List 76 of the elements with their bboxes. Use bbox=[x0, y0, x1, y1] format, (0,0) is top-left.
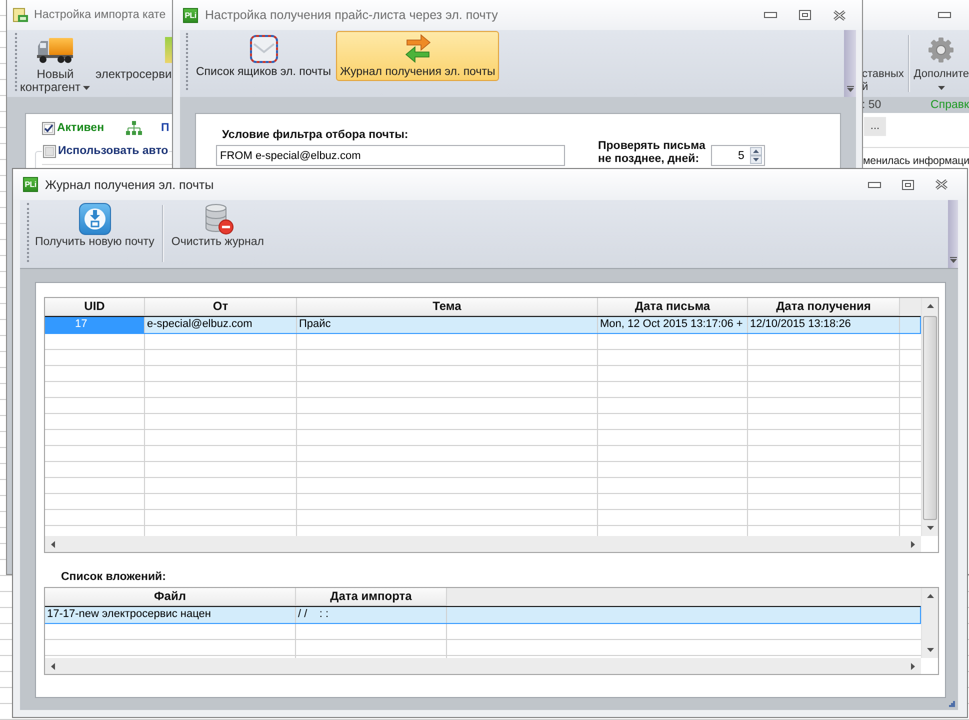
scroll-right-icon[interactable] bbox=[911, 540, 915, 548]
download-icon bbox=[78, 203, 111, 235]
spreadsheet-icon bbox=[12, 7, 28, 23]
vertical-scrollbar[interactable] bbox=[921, 588, 938, 658]
scrollbar-thumb[interactable] bbox=[923, 316, 937, 520]
scroll-down-icon[interactable] bbox=[926, 648, 934, 652]
field-label: Проверять письма не позднее, дней: bbox=[598, 140, 706, 166]
horizontal-scrollbar[interactable] bbox=[45, 658, 921, 674]
toolbar-overflow-button[interactable] bbox=[844, 30, 856, 97]
column-header[interactable]: От bbox=[145, 298, 297, 316]
scroll-left-icon[interactable] bbox=[51, 540, 55, 548]
table-cell: Mon, 12 Oct 2015 13:17:06 + bbox=[598, 317, 748, 333]
table-cell: 12/10/2015 13:18:26 bbox=[748, 317, 900, 333]
checkbox-label: Использовать авто bbox=[58, 144, 168, 158]
message-text: менилась информаци bbox=[863, 155, 969, 167]
close-icon[interactable] bbox=[833, 10, 846, 20]
column-header[interactable]: UID bbox=[45, 298, 145, 316]
checkbox-label: Активен bbox=[57, 121, 104, 135]
table-cell: / / : : bbox=[296, 607, 447, 623]
partial-icon bbox=[164, 37, 172, 63]
gear-icon bbox=[928, 37, 954, 63]
minimize-icon[interactable] bbox=[764, 12, 777, 18]
table-cell: e-special@elbuz.com bbox=[145, 317, 297, 333]
app-icon: PLi bbox=[23, 177, 38, 192]
number-field[interactable]: 5 bbox=[711, 145, 766, 166]
spin-arrows-icon[interactable] bbox=[750, 147, 762, 164]
checkbox[interactable] bbox=[43, 144, 56, 158]
window-title: Настройка получения прайс-листа через эл. почту bbox=[205, 7, 498, 23]
toolbar-button[interactable]: Дополните bbox=[914, 30, 969, 94]
column-header[interactable]: Дата письма bbox=[598, 298, 748, 316]
minimize-icon[interactable] bbox=[868, 182, 881, 188]
status-text: : 50 bbox=[862, 99, 882, 111]
horizontal-scrollbar[interactable] bbox=[45, 536, 921, 552]
hierarchy-icon bbox=[126, 121, 142, 135]
field-label: Условие фильтра отбора почты: bbox=[221, 129, 410, 142]
truck-icon bbox=[37, 36, 74, 64]
app-icon: PLi bbox=[183, 8, 198, 22]
window-title: Настройка импорта кате bbox=[34, 7, 166, 23]
caret-icon bbox=[846, 86, 854, 92]
maximize-icon[interactable] bbox=[902, 180, 914, 190]
table-row[interactable]: 17 e-special@elbuz.com Прайс Mon, 12 Oct 2015 13:17:06 + 12/10/2015 13:18:26 bbox=[45, 316, 921, 334]
section-label: Список вложений: bbox=[61, 571, 166, 584]
scroll-down-icon[interactable] bbox=[926, 526, 934, 530]
column-header[interactable]: Файл bbox=[45, 588, 296, 606]
maximize-icon[interactable] bbox=[799, 10, 811, 20]
toolbar-button[interactable]: Журнал получения эл. почты bbox=[336, 31, 500, 81]
column-header[interactable]: Дата получения bbox=[748, 298, 900, 316]
caret-icon bbox=[950, 257, 956, 263]
column-header[interactable]: Дата импорта bbox=[296, 588, 447, 606]
link[interactable]: П bbox=[161, 122, 170, 134]
toolbar-button[interactable]: Список ящиков эл. почты bbox=[192, 31, 336, 81]
toolbar-overflow-button[interactable] bbox=[948, 200, 958, 268]
close-icon[interactable] bbox=[935, 179, 948, 190]
toolbar-button[interactable]: Очистить журнал bbox=[171, 200, 264, 249]
scroll-right-icon[interactable] bbox=[911, 662, 915, 670]
scroll-left-icon[interactable] bbox=[51, 662, 55, 670]
browse-button[interactable]: ... bbox=[864, 117, 886, 136]
toolbar-button[interactable]: электросерви bbox=[95, 30, 172, 81]
arrows-icon bbox=[402, 34, 433, 63]
scroll-up-icon[interactable] bbox=[926, 594, 934, 598]
table-cell: 17-17-new электросервис нацен bbox=[45, 607, 296, 623]
envelope-icon bbox=[250, 34, 278, 62]
minimize-icon[interactable] bbox=[938, 12, 951, 18]
toolbar-button[interactable]: ставных й bbox=[862, 30, 904, 94]
scroll-up-icon[interactable] bbox=[926, 304, 934, 308]
table-row[interactable]: 17-17-new электросервис нацен / / : : bbox=[45, 606, 921, 624]
table-cell: 17 bbox=[45, 317, 145, 333]
column-header[interactable]: Тема bbox=[297, 298, 598, 316]
vertical-scrollbar[interactable] bbox=[921, 298, 938, 536]
filter-input[interactable]: FROM e-special@elbuz.com bbox=[216, 145, 565, 166]
table-cell: Прайс bbox=[297, 317, 598, 333]
window-title: Журнал получения эл. почты bbox=[45, 176, 214, 192]
resize-grip-icon[interactable] bbox=[949, 701, 955, 707]
toolbar-button[interactable]: Получить новую почту bbox=[35, 200, 154, 249]
toolbar-button[interactable]: Новый контрагент bbox=[20, 30, 90, 94]
checkbox[interactable] bbox=[42, 122, 55, 134]
